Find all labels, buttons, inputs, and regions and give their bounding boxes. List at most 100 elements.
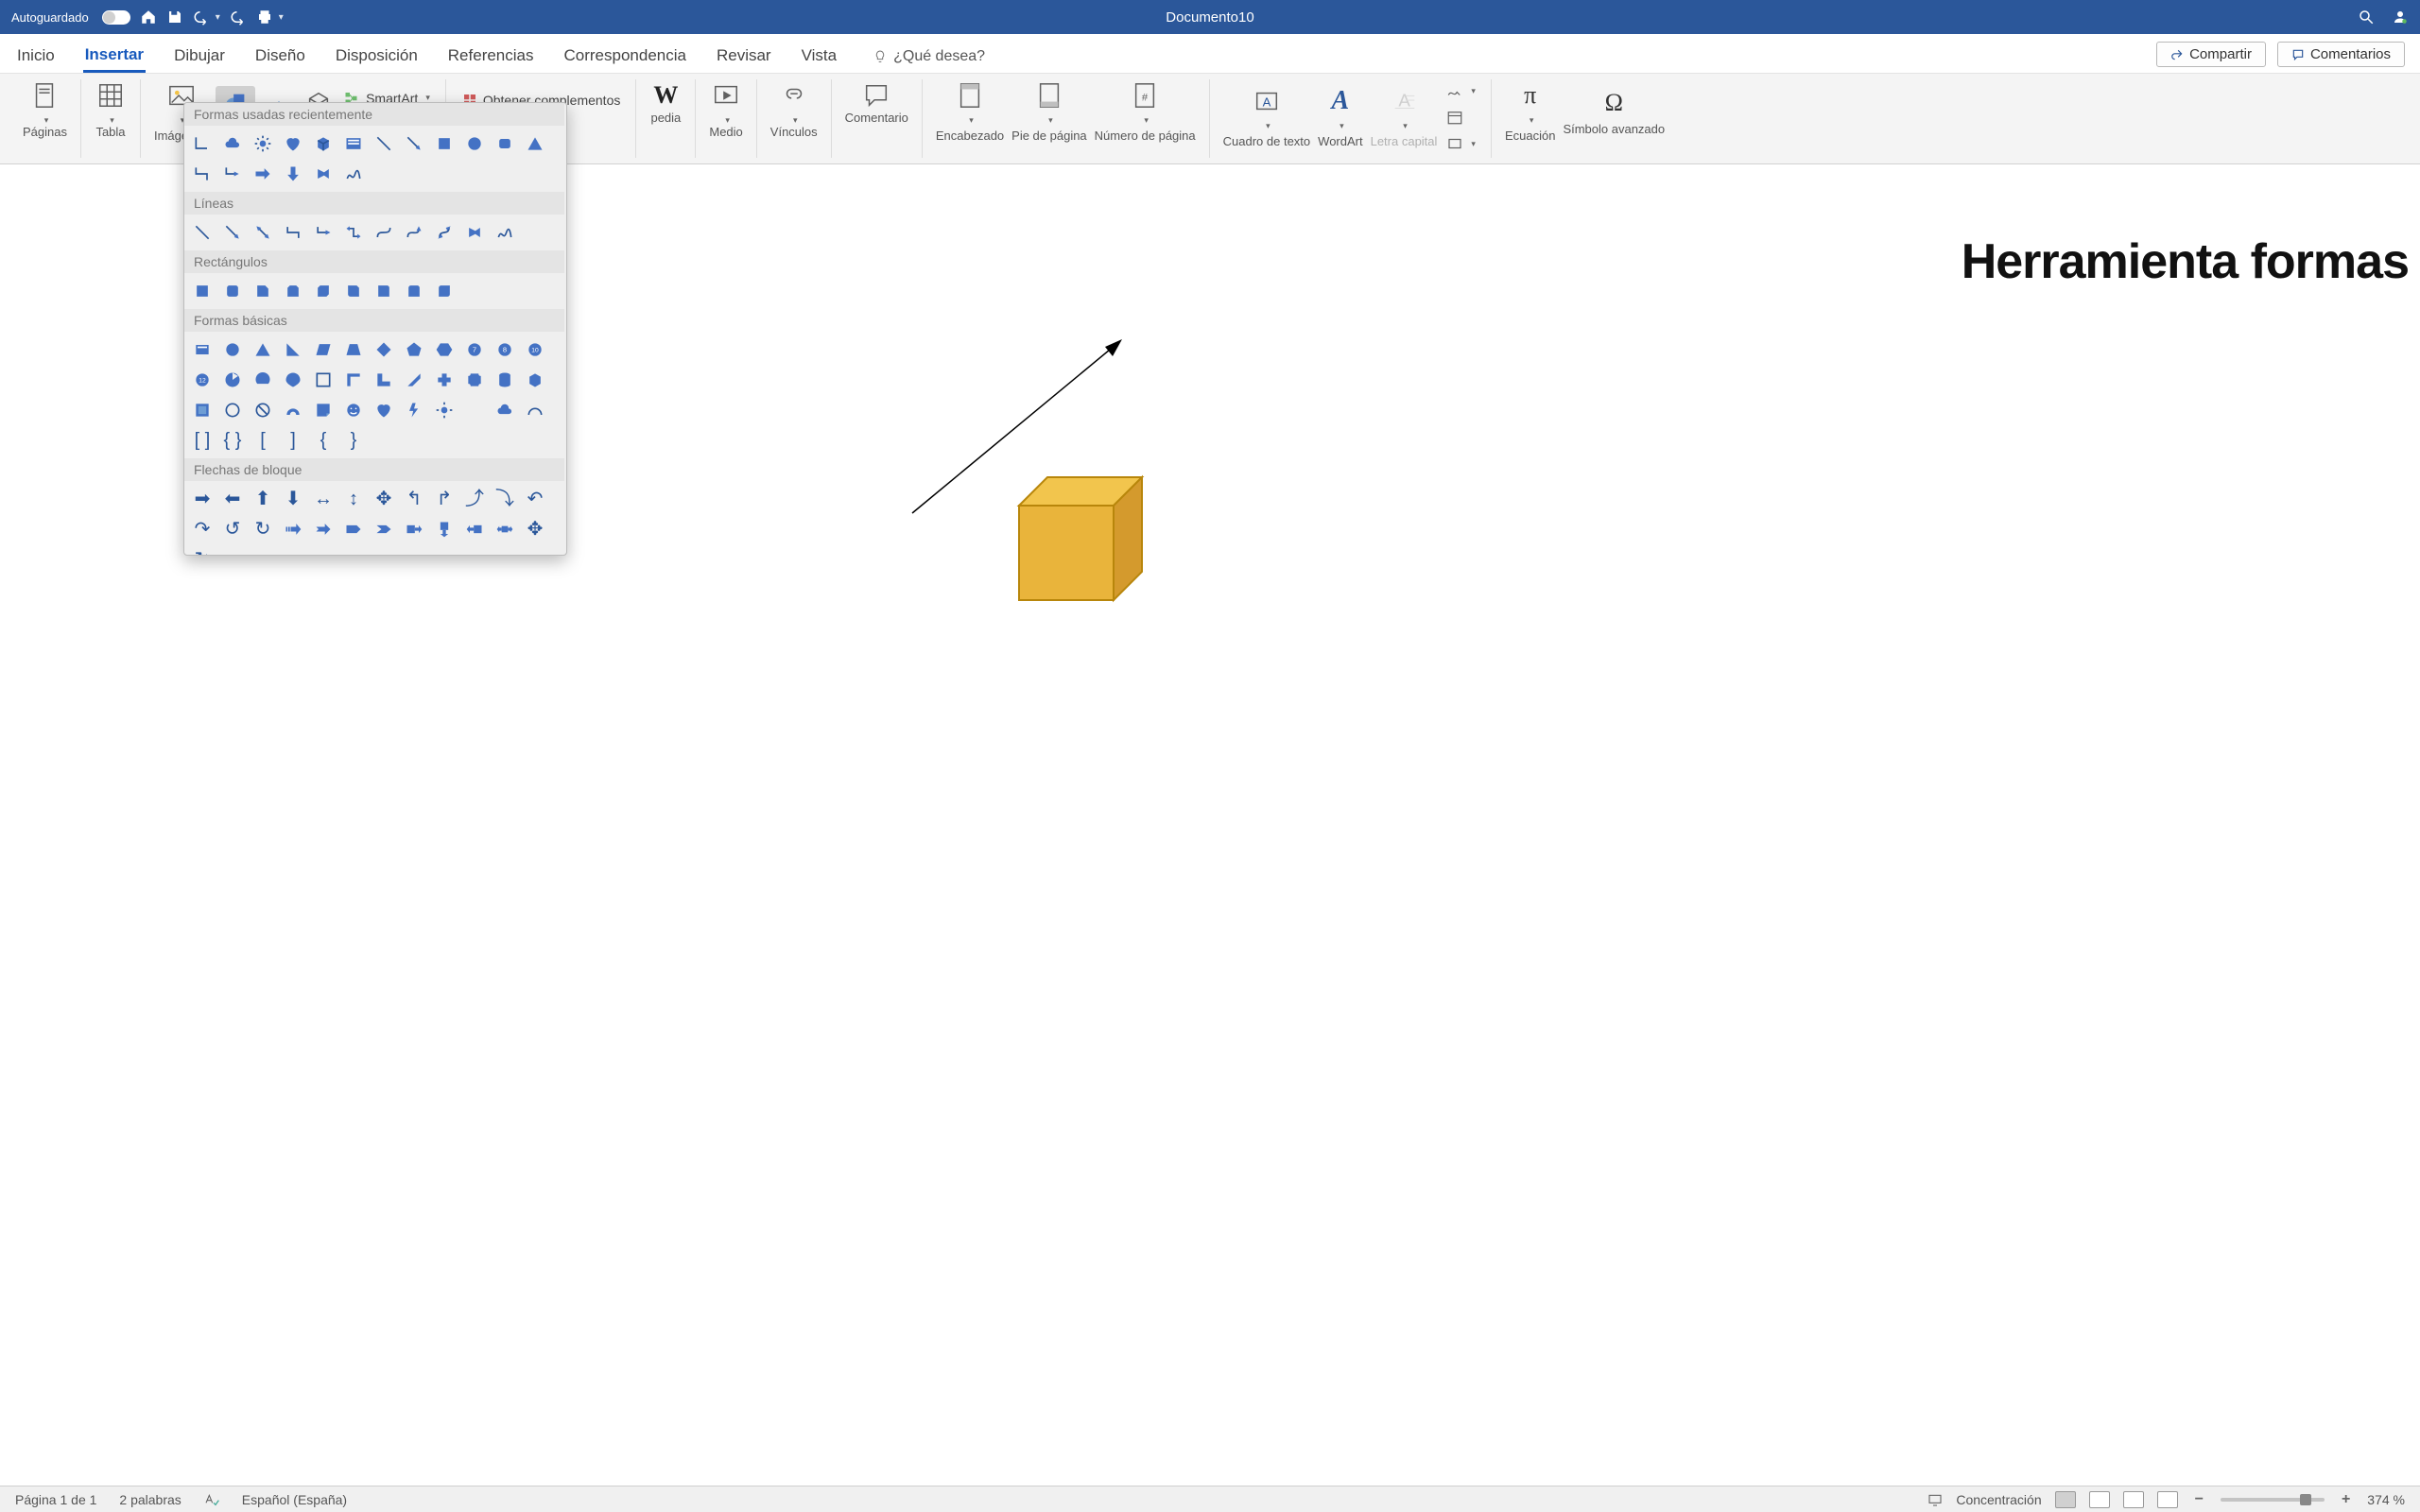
zoom-slider[interactable] [2221, 1498, 2325, 1502]
shape-cloud[interactable] [220, 131, 245, 156]
basic-parallelogram[interactable] [311, 337, 336, 362]
redo-icon[interactable] [230, 9, 247, 26]
basic-textbox[interactable] [190, 337, 215, 362]
basic-teardrop[interactable] [281, 368, 305, 392]
object-button[interactable]: ▾ [1444, 132, 1478, 155]
basic-lightning[interactable] [402, 398, 426, 422]
basic-block-arc[interactable] [281, 398, 305, 422]
tab-correspondencia[interactable]: Correspondencia [562, 46, 688, 73]
shape-l-connector[interactable] [190, 131, 215, 156]
arrow-left-right[interactable]: ↔ [311, 487, 336, 511]
rect-round2same[interactable] [402, 279, 426, 303]
shape-scribble[interactable] [341, 162, 366, 186]
basic-right-triangle[interactable] [281, 337, 305, 362]
shape-square[interactable] [432, 131, 457, 156]
basic-diamond[interactable] [372, 337, 396, 362]
equation-button[interactable]: π▾ Ecuación [1505, 79, 1555, 144]
basic-cube[interactable] [523, 368, 547, 392]
line-curved-double[interactable] [432, 220, 457, 245]
basic-trapezoid[interactable] [341, 337, 366, 362]
arrow-notched[interactable] [311, 517, 336, 541]
basic-cloud[interactable] [493, 398, 517, 422]
basic-oval[interactable] [220, 337, 245, 362]
shape-elbow-connector[interactable] [190, 162, 215, 186]
print-icon[interactable] [256, 9, 273, 26]
tab-inicio[interactable]: Inicio [15, 46, 57, 73]
arrow-curved-left[interactable]: ↺ [220, 517, 245, 541]
tab-revisar[interactable]: Revisar [715, 46, 773, 73]
basic-diag-stripe[interactable] [402, 368, 426, 392]
basic-left-brace[interactable]: { [311, 428, 336, 453]
basic-donut[interactable] [220, 398, 245, 422]
tab-disposicion[interactable]: Disposición [334, 46, 420, 73]
arrow-callout-quad[interactable]: ✥ [523, 517, 547, 541]
table-button[interactable]: ▾ [95, 79, 127, 126]
tab-insertar[interactable]: Insertar [83, 45, 146, 73]
shape-circle[interactable] [462, 131, 487, 156]
status-focus[interactable]: Concentración [1956, 1492, 2041, 1507]
new-comment-button[interactable] [860, 79, 892, 112]
undo-icon[interactable] [193, 9, 210, 26]
arrow-right[interactable]: ➡ [190, 487, 215, 511]
text-box-button[interactable]: A▾ Cuadro de texto [1223, 85, 1311, 149]
rect-sniprnd[interactable] [341, 279, 366, 303]
spellcheck-icon[interactable] [204, 1492, 219, 1507]
tell-me-search[interactable]: ¿Qué desea? [873, 48, 985, 73]
undo-dropdown-icon[interactable]: ▾ [216, 12, 220, 23]
status-language[interactable]: Español (España) [242, 1492, 347, 1507]
view-print-layout[interactable] [2055, 1491, 2076, 1508]
basic-right-brace[interactable]: } [341, 428, 366, 453]
tab-dibujar[interactable]: Dibujar [172, 46, 227, 73]
rect-round2diag[interactable] [432, 279, 457, 303]
shape-heart[interactable] [281, 131, 305, 156]
line-elbow-double[interactable] [341, 220, 366, 245]
arrow-pentagon[interactable] [341, 517, 366, 541]
basic-plaque[interactable] [462, 368, 487, 392]
arrow-bent-up[interactable]: ⤴ [462, 487, 487, 511]
arrow-up[interactable]: ⬆ [251, 487, 275, 511]
basic-pie[interactable] [220, 368, 245, 392]
arrow-up-down[interactable]: ↕ [341, 487, 366, 511]
date-time-button[interactable] [1444, 106, 1478, 129]
zoom-level[interactable]: 374 % [2367, 1492, 2405, 1507]
shape-line[interactable] [372, 131, 396, 156]
view-web-layout[interactable] [2089, 1491, 2110, 1508]
basic-decagon[interactable]: 10 [523, 337, 547, 362]
basic-smiley[interactable] [341, 398, 366, 422]
tab-vista[interactable]: Vista [800, 46, 839, 73]
view-draft[interactable] [2157, 1491, 2178, 1508]
arrow-bent-left[interactable]: ↰ [402, 487, 426, 511]
arrow-chevron[interactable] [372, 517, 396, 541]
footer-button[interactable]: ▾ Pie de página [1011, 79, 1087, 144]
basic-can[interactable] [493, 368, 517, 392]
basic-octagon[interactable]: 8 [493, 337, 517, 362]
autosave-toggle[interactable] [102, 10, 130, 25]
basic-triangle[interactable] [251, 337, 275, 362]
arrow-curved-right[interactable]: ↻ [251, 517, 275, 541]
inserted-cube-shape[interactable] [1010, 468, 1161, 610]
basic-heart[interactable] [372, 398, 396, 422]
arrow-circular[interactable]: ↻ [190, 547, 215, 555]
shape-sun[interactable] [251, 131, 275, 156]
shape-freeform[interactable] [311, 162, 336, 186]
arrow-down[interactable]: ⬇ [281, 487, 305, 511]
status-page[interactable]: Página 1 de 1 [15, 1492, 96, 1507]
basic-pentagon[interactable] [402, 337, 426, 362]
comments-button[interactable]: Comentarios [2277, 42, 2405, 67]
header-button[interactable]: ▾ Encabezado [936, 79, 1004, 144]
pages-button[interactable]: ▾ [28, 79, 60, 126]
shape-block-arrow-right[interactable] [251, 162, 275, 186]
home-icon[interactable] [140, 9, 157, 26]
zoom-in-button[interactable]: + [2338, 1491, 2354, 1508]
signature-line-button[interactable]: ▾ [1444, 79, 1478, 102]
rect-round1[interactable] [372, 279, 396, 303]
search-icon[interactable] [2358, 9, 2375, 26]
shape-rounded-rect[interactable] [493, 131, 517, 156]
rect-rounded[interactable] [220, 279, 245, 303]
basic-hexagon[interactable] [432, 337, 457, 362]
line-curved[interactable] [372, 220, 396, 245]
view-outline[interactable] [2123, 1491, 2144, 1508]
rect-snip1[interactable] [251, 279, 275, 303]
drop-cap-button[interactable]: A▾ Letra capital [1371, 85, 1438, 149]
zoom-slider-thumb[interactable] [2300, 1494, 2311, 1505]
